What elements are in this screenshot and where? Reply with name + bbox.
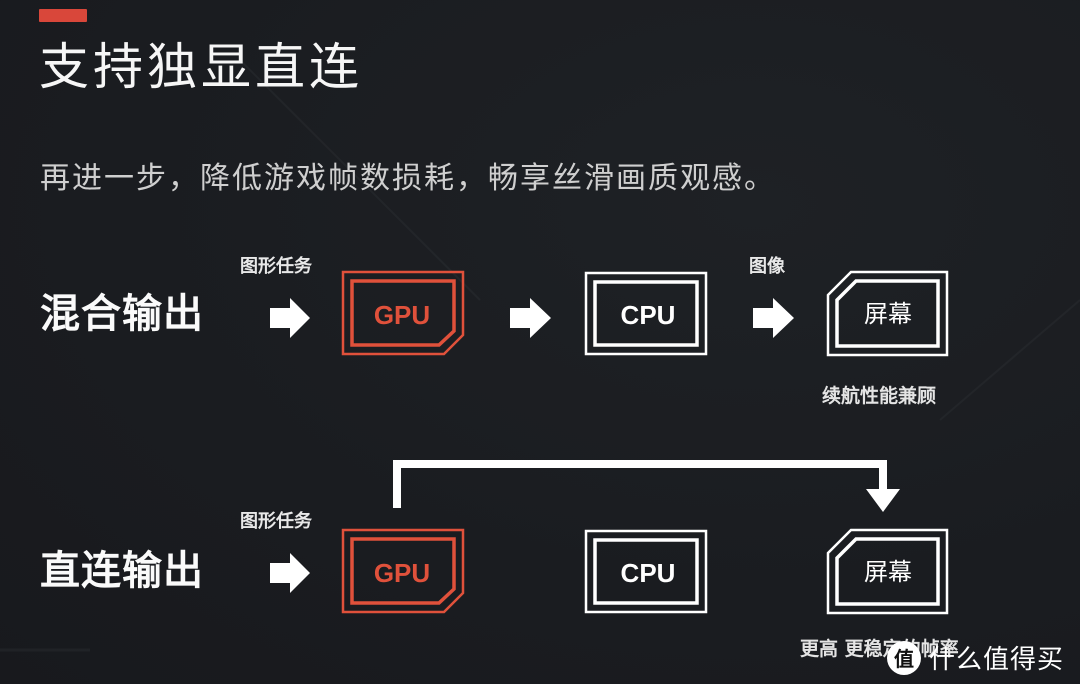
gpu-label: GPU: [374, 558, 430, 588]
gpu-label: GPU: [374, 300, 430, 330]
watermark-logo-icon: 值: [886, 640, 921, 675]
screen-label: 屏幕: [864, 558, 912, 586]
cpu-label: CPU: [621, 558, 676, 588]
right-arrow-icon: [270, 298, 310, 338]
bypass-arrow-icon: [393, 460, 900, 512]
right-arrow-icon: [510, 298, 551, 338]
right-arrow-icon: [753, 298, 794, 338]
right-arrow-icon: [270, 553, 310, 593]
screen-label: 屏幕: [864, 300, 912, 328]
watermark: 值 什么值得买: [886, 639, 1064, 676]
output-diagram: GPU CPU 屏幕 GPU CPU 屏幕: [270, 270, 949, 615]
watermark-text: 什么值得买: [928, 645, 1064, 675]
cpu-label: CPU: [621, 300, 676, 330]
